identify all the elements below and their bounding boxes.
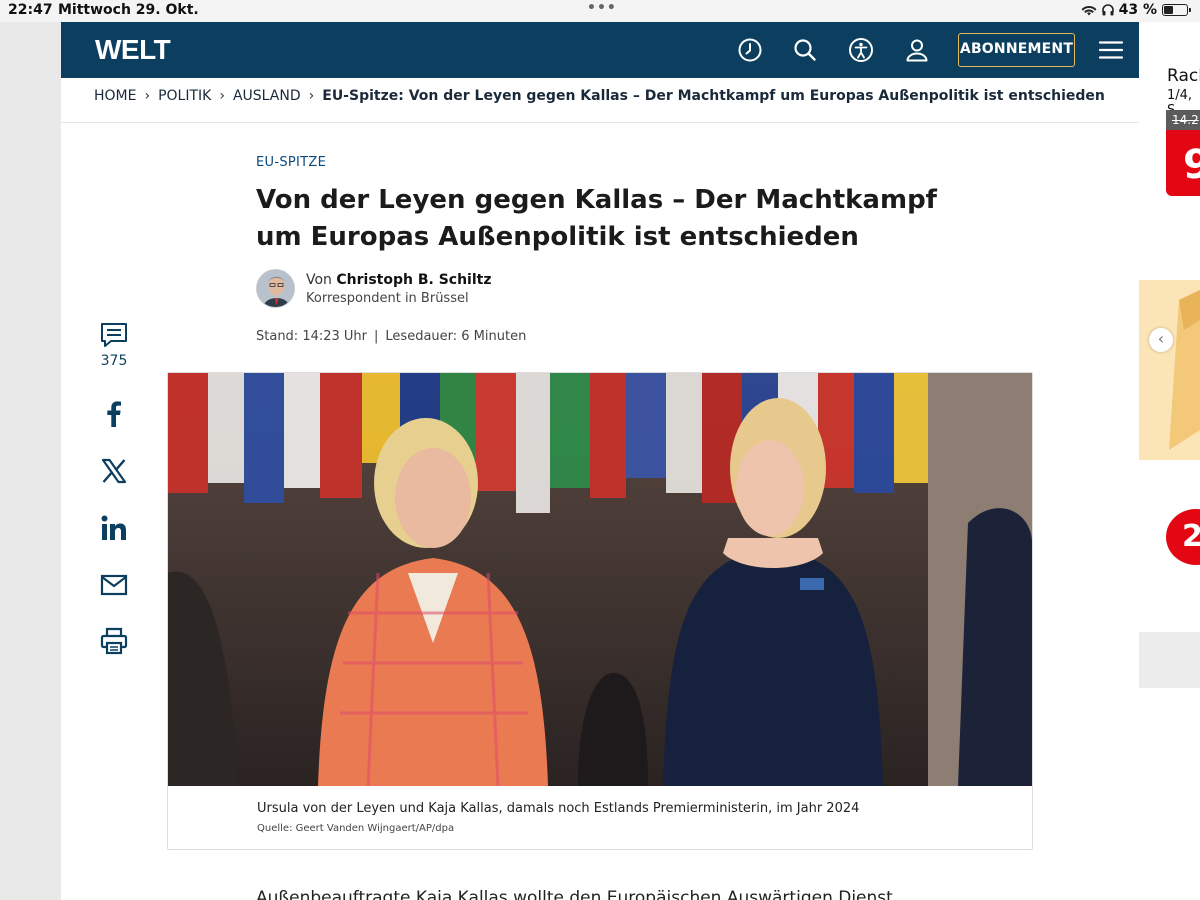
article-read-time: Lesedauer: 6 Minuten — [385, 329, 527, 344]
divider — [61, 122, 1139, 123]
print-icon — [100, 627, 128, 655]
image-credit: Quelle: Geert Vanden Wijngaert/AP/dpa — [257, 823, 455, 834]
article-body-start: Außenbeauftragte Kaja Kallas wollte den … — [256, 888, 893, 900]
status-time: 22:47 — [8, 2, 53, 18]
author-byline: Von Christoph B. Schiltz — [306, 272, 492, 288]
battery-icon — [1162, 4, 1191, 16]
search-icon[interactable] — [791, 36, 819, 64]
article-photo[interactable] — [168, 373, 1032, 786]
print-button[interactable] — [97, 626, 131, 656]
linkedin-share-button[interactable] — [97, 513, 131, 543]
article-timestamp: Stand: 14:23 Uhr — [256, 329, 368, 344]
chevron-right-icon: › — [308, 88, 315, 104]
author-name[interactable]: Christoph B. Schiltz — [336, 272, 491, 288]
linkedin-icon — [101, 515, 126, 540]
status-date: Mittwoch 29. Okt. — [58, 2, 199, 18]
email-share-button[interactable] — [97, 570, 131, 600]
ad-badge: 2 — [1166, 509, 1200, 565]
comments-button[interactable]: 375 — [97, 320, 131, 369]
wifi-icon — [1081, 5, 1097, 16]
author-role: Korrespondent in Brüssel — [306, 291, 469, 306]
accessibility-icon[interactable] — [847, 36, 875, 64]
user-icon[interactable] — [903, 36, 931, 64]
subscribe-button[interactable]: ABONNEMENT — [958, 33, 1075, 67]
clock-icon[interactable] — [736, 36, 764, 64]
ad-old-price: 14.2 — [1166, 110, 1200, 130]
status-right: 43 % — [1081, 2, 1191, 18]
headphones-icon — [1101, 4, 1114, 16]
breadcrumb: HOME › POLITIK › AUSLAND › EU-Spitze: Von der … — [94, 88, 1105, 104]
article-figure: Ursula von der Leyen und Kaja Kallas, da… — [167, 372, 1033, 850]
chevron-right-icon: › — [144, 88, 151, 104]
ad-title: Raclo — [1167, 66, 1200, 86]
chevron-left-icon[interactable]: ‹ — [1149, 328, 1173, 352]
ad-price: 9 — [1166, 130, 1200, 196]
multitasking-dots-icon[interactable]: ••• — [587, 0, 617, 16]
article-headline: Von der Leyen gegen Kallas – Der Machtka… — [256, 185, 937, 252]
mail-icon — [100, 574, 128, 596]
article-meta: Stand: 14:23 Uhr | Lesedauer: 6 Minuten — [256, 329, 526, 344]
facebook-share-button[interactable] — [97, 399, 131, 429]
breadcrumb-politik[interactable]: POLITIK — [158, 88, 211, 104]
breadcrumb-home[interactable]: HOME — [94, 88, 136, 104]
article-page: WELT ABONNEMENT HOME › POLITIK › AUSLAND › EU-… — [61, 22, 1139, 900]
x-icon — [101, 458, 127, 484]
comment-icon — [101, 323, 127, 347]
meta-separator: | — [374, 329, 379, 344]
welt-logo[interactable]: WELT — [95, 34, 171, 66]
chevron-right-icon: › — [219, 88, 225, 104]
menu-icon[interactable] — [1097, 36, 1125, 64]
battery-percent: 43 % — [1118, 2, 1157, 18]
author-avatar[interactable] — [256, 269, 295, 308]
x-share-button[interactable] — [97, 456, 131, 486]
site-header: WELT ABONNEMENT — [61, 22, 1139, 78]
status-bar: 22:47 Mittwoch 29. Okt. ••• 43 % — [0, 0, 1200, 22]
comment-count: 375 — [100, 353, 128, 369]
facebook-icon — [107, 401, 121, 427]
ad-product-image — [1139, 280, 1200, 460]
advertisement[interactable]: Raclo 1/4, S 14.2 9 ‹ 2 — [1139, 22, 1200, 900]
ad-footer — [1139, 632, 1200, 688]
breadcrumb-current: EU-Spitze: Von der Leyen gegen Kallas – … — [322, 88, 1105, 104]
image-caption: Ursula von der Leyen und Kaja Kallas, da… — [257, 801, 860, 816]
author-prefix: Von — [306, 272, 332, 288]
article-kicker[interactable]: EU-SPITZE — [256, 155, 326, 170]
breadcrumb-ausland[interactable]: AUSLAND — [233, 88, 301, 104]
